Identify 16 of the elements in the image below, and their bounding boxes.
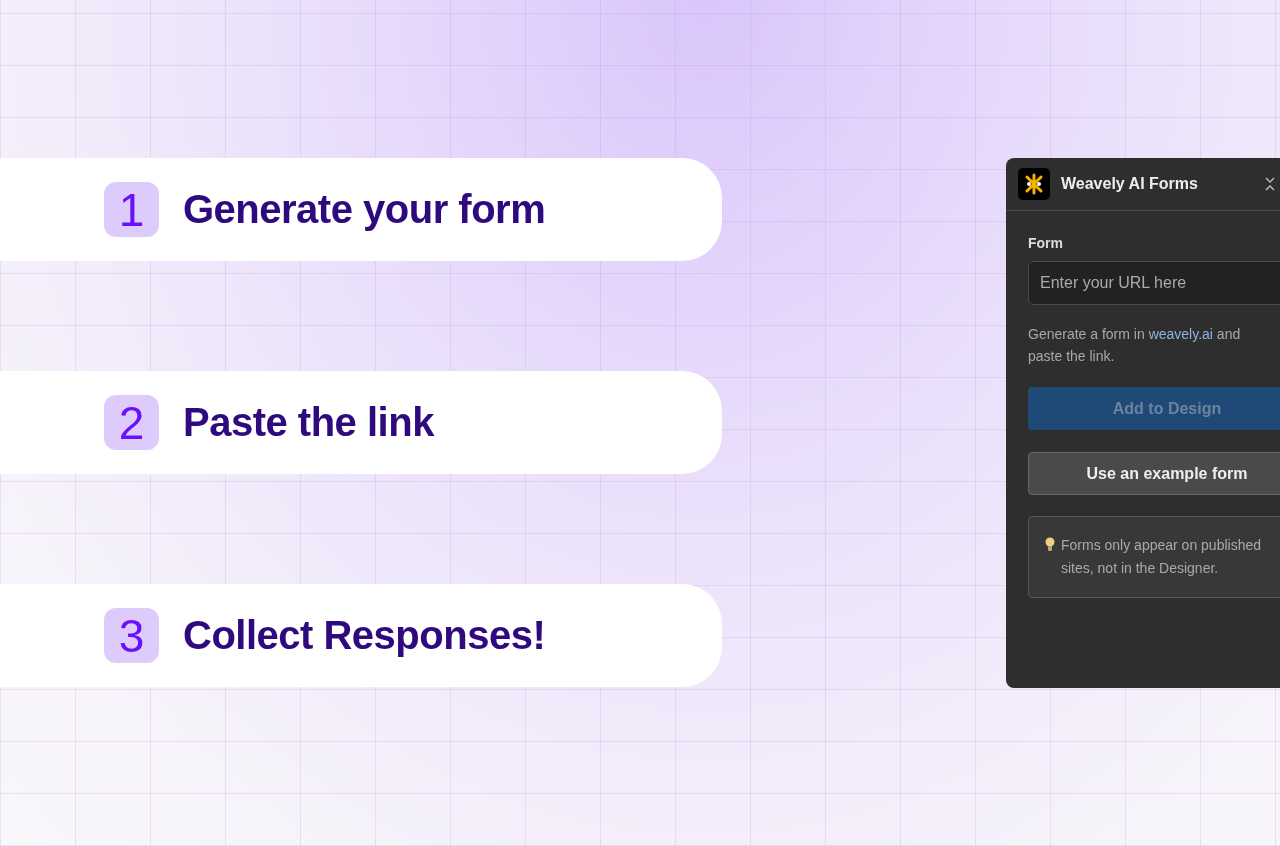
panel-title: Weavely AI Forms	[1061, 175, 1199, 193]
weavely-link[interactable]: weavely.ai	[1148, 326, 1213, 342]
lightbulb-icon	[1045, 537, 1055, 552]
step-number: 3	[104, 608, 159, 663]
step-number: 1	[104, 182, 159, 237]
step-title: Generate your form	[183, 187, 546, 232]
step-title: Paste the link	[183, 400, 434, 445]
example-form-button[interactable]: Use an example form	[1028, 452, 1280, 495]
step-number: 2	[104, 395, 159, 450]
step-title: Collect Responses!	[183, 613, 546, 658]
logo-icon	[1018, 168, 1050, 200]
collapse-icon[interactable]	[1264, 177, 1276, 191]
note-text: Forms only appear on published sites, not in the Designer.	[1061, 536, 1261, 578]
help-text: Generate a form in weavely.ai and paste the link.	[1028, 325, 1242, 366]
url-field[interactable]: Enter your URL here	[1028, 261, 1280, 305]
field-label: Form	[1028, 235, 1064, 251]
